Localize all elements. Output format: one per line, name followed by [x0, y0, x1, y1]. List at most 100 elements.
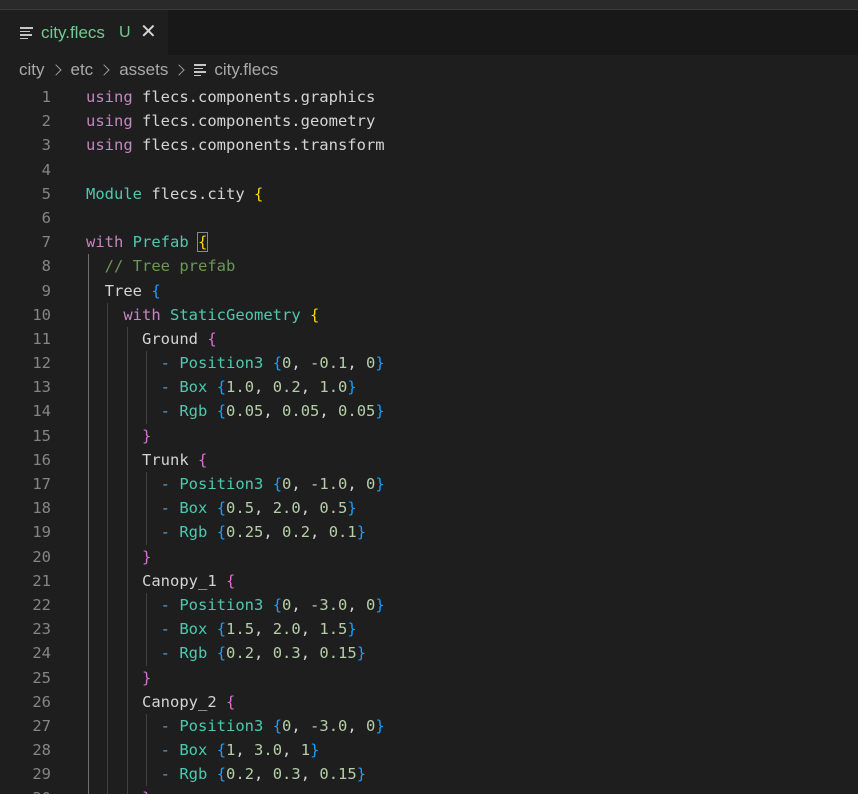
code-line[interactable]: 26 Canopy_2 { — [0, 689, 858, 714]
code-token: { — [216, 765, 227, 784]
breadcrumb-item-file[interactable]: city.flecs — [214, 60, 278, 80]
code-line[interactable]: 25 } — [0, 665, 858, 690]
code-line[interactable]: 27 - Position3 {0, -3.0, 0} — [0, 713, 858, 739]
code-token: - — [160, 741, 170, 760]
code-token: - — [160, 620, 170, 639]
code-line[interactable]: 23 - Box {1.5, 2.0, 1.5} — [0, 617, 858, 642]
line-number: 14 — [32, 402, 51, 421]
code-text: - Position3 {0, -1.0, 0} — [86, 472, 385, 496]
code-token: Box — [179, 741, 208, 760]
code-token: 0.2 — [272, 378, 301, 397]
code-token: Canopy_1 — [86, 571, 226, 590]
code-token: { — [216, 620, 227, 639]
breadcrumb: city etc assets city.flecs — [19, 58, 278, 82]
code-token: flecs.city — [142, 184, 254, 203]
code-line[interactable]: 16 Trunk { — [0, 447, 858, 472]
line-number: 28 — [32, 741, 51, 760]
code-token: , — [319, 402, 339, 421]
code-token: , — [263, 523, 283, 542]
line-number: 15 — [32, 426, 51, 445]
code-token: 0.5 — [319, 499, 348, 518]
line-number: 25 — [32, 668, 51, 687]
code-line[interactable]: 12 - Position3 {0, -0.1, 0} — [0, 351, 858, 376]
code-line[interactable]: 9 Tree { — [0, 278, 858, 303]
code-line[interactable]: 17 - Position3 {0, -1.0, 0} — [0, 472, 858, 497]
code-token: , — [300, 644, 320, 663]
code-line[interactable]: 6 — [0, 206, 858, 230]
code-line[interactable]: 29 - Rgb {0.2, 0.3, 0.15} — [0, 762, 858, 787]
code-text: } — [86, 424, 151, 448]
code-line[interactable]: 10 with StaticGeometry { — [0, 302, 858, 327]
code-line[interactable]: 30 } — [0, 786, 858, 794]
code-line[interactable]: 1 using flecs.components.graphics — [0, 85, 858, 109]
code-line[interactable]: 4 — [0, 158, 858, 182]
code-text: - Position3 {0, -0.1, 0} — [86, 351, 385, 375]
code-token: , — [347, 716, 367, 735]
line-number: 11 — [32, 329, 51, 348]
code-line[interactable]: 19 - Rgb {0.25, 0.2, 0.1} — [0, 520, 858, 545]
code-token: , — [347, 354, 367, 373]
code-text: // Tree prefab — [86, 254, 236, 278]
code-line[interactable]: 22 - Position3 {0, -3.0, 0} — [0, 592, 858, 618]
code-token: 0.2 — [282, 523, 311, 542]
breadcrumb-item-etc[interactable]: etc — [71, 60, 94, 80]
code-token: 2.0 — [272, 499, 301, 518]
code-line[interactable]: 14 - Rgb {0.05, 0.05, 0.05} — [0, 399, 858, 424]
code-token: { — [272, 354, 283, 373]
close-icon[interactable]: ✕ — [140, 20, 157, 44]
code-token: 0 — [366, 716, 376, 735]
code-line[interactable]: 21 Canopy_1 { — [0, 568, 858, 593]
code-token: Position3 — [179, 716, 264, 735]
code-line[interactable]: 28 - Box {1, 3.0, 1} — [0, 738, 858, 763]
line-number: 16 — [32, 450, 51, 469]
code-line[interactable]: 18 - Box {0.5, 2.0, 0.5} — [0, 496, 858, 521]
file-lines-icon — [20, 27, 33, 40]
breadcrumb-item-assets[interactable]: assets — [119, 60, 168, 80]
code-token: } — [375, 716, 385, 735]
code-token: , — [254, 765, 273, 784]
tab-strip: city.flecs U ✕ — [0, 10, 858, 55]
line-number: 4 — [41, 160, 51, 179]
code-line[interactable]: 24 - Rgb {0.2, 0.3, 0.15} — [0, 641, 858, 666]
code-token: 0.15 — [319, 765, 357, 784]
code-token: , — [282, 741, 301, 760]
code-token: - — [160, 402, 170, 421]
code-token: , — [300, 765, 320, 784]
code-line[interactable]: 3 using flecs.components.transform — [0, 133, 858, 157]
code-text: - Rgb {0.2, 0.3, 0.15} — [86, 762, 366, 786]
code-token: 1 — [226, 741, 236, 760]
code-line[interactable]: 15 } — [0, 423, 858, 448]
code-token: using — [86, 88, 133, 106]
code-token: { — [151, 281, 161, 300]
code-token: 0.2 — [226, 765, 255, 784]
code-line[interactable]: 20 } — [0, 544, 858, 569]
code-text: Trunk { — [86, 448, 207, 472]
code-token: , — [310, 523, 329, 542]
line-number: 12 — [32, 354, 51, 373]
code-line[interactable]: 2 using flecs.components.geometry — [0, 109, 858, 133]
code-line[interactable]: 11 Ground { — [0, 326, 858, 352]
breadcrumb-item-city[interactable]: city — [19, 60, 45, 80]
line-number: 24 — [32, 644, 51, 663]
tab-city-flecs[interactable]: city.flecs U ✕ — [0, 10, 168, 55]
code-line[interactable]: 5 Module flecs.city { — [0, 182, 858, 206]
code-token: , — [254, 499, 273, 518]
code-line[interactable]: 13 - Box {1.0, 0.2, 1.0} — [0, 375, 858, 400]
code-token: { — [253, 184, 264, 203]
code-token: } — [142, 547, 152, 566]
code-editor[interactable]: 1 using flecs.components.graphics 2 using f… — [0, 85, 858, 794]
code-line[interactable]: 7 with Prefab { — [0, 230, 858, 254]
file-lines-icon — [194, 64, 207, 77]
line-number: 20 — [32, 547, 51, 566]
code-line[interactable]: 8 // Tree prefab — [0, 254, 858, 279]
line-number: 13 — [32, 378, 51, 397]
